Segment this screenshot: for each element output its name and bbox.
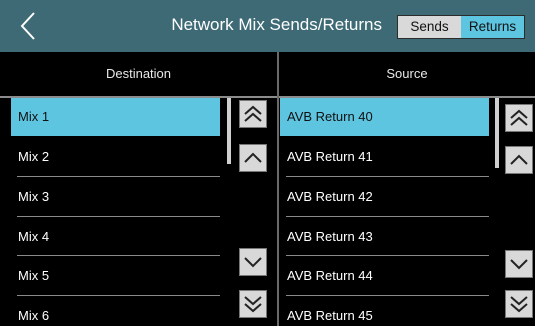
chevron-down-icon bbox=[244, 257, 262, 268]
destination-panel: Destination Mix 1 Mix 2 Mix 3 Mix 4 Mix … bbox=[0, 52, 277, 326]
double-chevron-up-icon bbox=[244, 105, 262, 122]
scroll-up-button[interactable] bbox=[239, 144, 267, 172]
scroll-up-button[interactable] bbox=[505, 146, 533, 174]
row-divider bbox=[17, 176, 220, 177]
page-down-button[interactable] bbox=[505, 290, 533, 318]
scroll-down-button[interactable] bbox=[239, 248, 267, 276]
list-item[interactable]: Mix 6 bbox=[11, 297, 220, 326]
list-item[interactable]: Mix 4 bbox=[11, 218, 220, 256]
list-item[interactable]: Mix 1 bbox=[11, 98, 220, 136]
list-item[interactable]: Mix 3 bbox=[11, 178, 220, 216]
list-item[interactable]: AVB Return 42 bbox=[280, 178, 489, 216]
sends-button[interactable]: Sends bbox=[398, 16, 461, 38]
list-item[interactable]: AVB Return 45 bbox=[280, 297, 489, 326]
scrollbar[interactable] bbox=[227, 98, 231, 164]
destination-heading: Destination bbox=[105, 66, 172, 81]
row-divider bbox=[286, 216, 489, 217]
scroll-down-button[interactable] bbox=[505, 250, 533, 278]
sends-returns-toggle: Sends Returns bbox=[397, 15, 525, 39]
list-item[interactable]: AVB Return 40 bbox=[280, 98, 489, 136]
row-divider bbox=[17, 295, 220, 296]
page-title: Network Mix Sends/Returns bbox=[171, 15, 382, 34]
list-item[interactable]: AVB Return 41 bbox=[280, 138, 489, 176]
list-item[interactable]: Mix 2 bbox=[11, 138, 220, 176]
chevron-up-icon bbox=[244, 152, 262, 163]
chevron-down-icon bbox=[510, 259, 528, 270]
double-chevron-down-icon bbox=[510, 296, 528, 313]
header-bar: Network Mix Sends/Returns Sends Returns bbox=[0, 0, 535, 52]
list-item[interactable]: Mix 5 bbox=[11, 257, 220, 295]
page-down-button[interactable] bbox=[239, 290, 267, 318]
double-chevron-down-icon bbox=[244, 296, 262, 313]
row-divider bbox=[17, 216, 220, 217]
source-heading: Source bbox=[386, 66, 428, 81]
returns-button[interactable]: Returns bbox=[461, 16, 524, 38]
row-divider bbox=[286, 295, 489, 296]
list-item[interactable]: AVB Return 43 bbox=[280, 218, 489, 256]
chevron-up-icon bbox=[510, 154, 528, 165]
row-divider bbox=[286, 176, 489, 177]
double-chevron-up-icon bbox=[510, 109, 528, 126]
page-up-button[interactable] bbox=[505, 104, 533, 132]
source-panel: Source AVB Return 40 AVB Return 41 AVB R… bbox=[279, 52, 535, 326]
scrollbar[interactable] bbox=[495, 98, 499, 168]
list-item[interactable]: AVB Return 44 bbox=[280, 257, 489, 295]
page-up-button[interactable] bbox=[239, 100, 267, 128]
